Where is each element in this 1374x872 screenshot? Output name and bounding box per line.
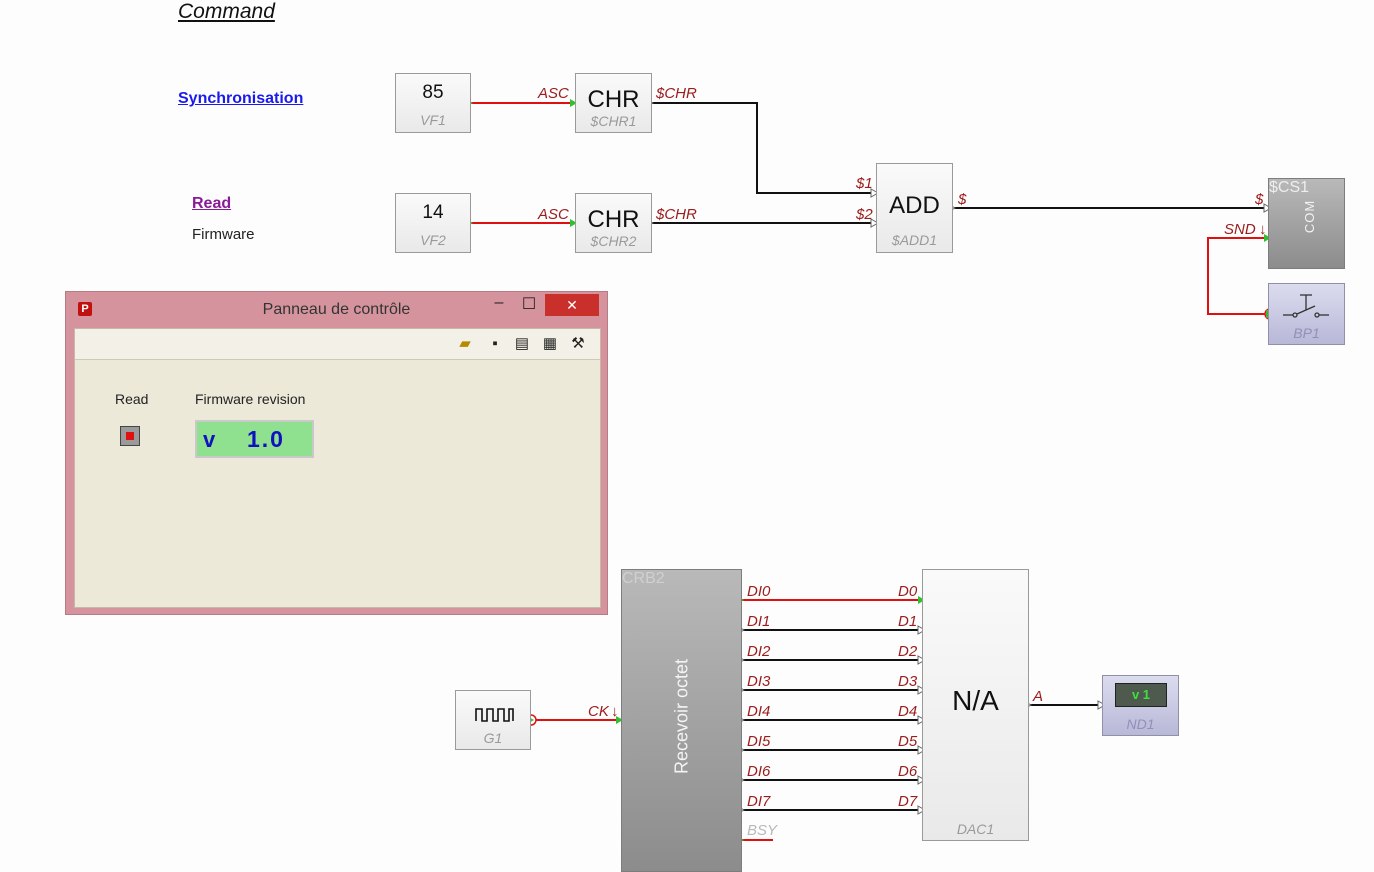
dac1-in-1: D1	[898, 613, 918, 630]
synchronisation-link[interactable]: Synchronisation	[178, 90, 303, 108]
close-button[interactable]: ✕	[545, 294, 599, 316]
vf1-block[interactable]: 85 VF1	[395, 73, 471, 133]
cs1-label: COM	[1302, 199, 1318, 234]
chr1-block[interactable]: CHR $CHR1	[575, 73, 652, 133]
crb2-out-0: DI0	[747, 583, 771, 600]
crb2-out-4: DI4	[747, 703, 771, 720]
nd1-screen: v 1	[1115, 683, 1167, 707]
page-heading: Command	[178, 0, 275, 23]
crb2-receive-block[interactable]: Recevoir octet CRB2	[621, 569, 742, 872]
firmware-label: Firmware	[192, 226, 255, 243]
chr1-in-label: ASC	[538, 85, 569, 102]
bp1-ref: BP1	[1293, 325, 1320, 341]
paste-icon[interactable]: ▦	[541, 335, 559, 352]
tools-icon[interactable]: ⚒	[569, 335, 587, 352]
dac1-in-2: D2	[898, 643, 918, 660]
save-icon[interactable]: ▪	[486, 335, 504, 352]
nd1-display-block[interactable]: v 1 ND1	[1102, 675, 1179, 736]
read-pushbutton[interactable]	[120, 426, 140, 446]
vf2-ref: VF2	[420, 232, 446, 248]
cs1-ref: $CS1	[1269, 179, 1310, 196]
crb2-ref: CRB2	[622, 570, 665, 587]
chr1-ref: $CHR1	[590, 113, 637, 129]
wire-snd-bp1	[1207, 237, 1269, 315]
dac1-label: N/A	[952, 685, 999, 716]
maximize-button[interactable]: ☐	[516, 294, 542, 316]
cs1-snd-arrow-icon: ↓	[1259, 221, 1267, 238]
dac1-in-3: D3	[898, 673, 918, 690]
read-indicator-icon	[126, 432, 134, 440]
crb2-label: Recevoir octet	[671, 658, 692, 775]
minimize-button[interactable]: –	[486, 294, 512, 316]
firmware-display: v 1.0	[195, 420, 314, 458]
firmware-value: 1.0	[247, 426, 285, 452]
nd1-ref: ND1	[1126, 716, 1155, 732]
read-control-label: Read	[115, 391, 149, 407]
add1-out-label: $	[958, 191, 967, 208]
panel-toolbar: ▰ ▪ ▤ ▦ ⚒	[75, 329, 600, 360]
dac1-block[interactable]: N/A DAC1	[922, 569, 1029, 841]
chr2-out-label: $CHR	[656, 206, 697, 223]
chr2-block[interactable]: CHR $CHR2	[575, 193, 652, 253]
vf1-ref: VF1	[420, 112, 446, 128]
crb2-out-2: DI2	[747, 643, 771, 660]
chr1-out-label: $CHR	[656, 85, 697, 102]
firmware-revision-label: Firmware revision	[195, 391, 306, 407]
crb2-out-1: DI1	[747, 613, 771, 630]
chr1-label: CHR	[587, 86, 640, 113]
chr2-in-label: ASC	[538, 206, 569, 223]
add1-ref: $ADD1	[891, 232, 938, 248]
cs1-in-label: $	[1255, 191, 1264, 208]
dac1-in-0: D0	[898, 583, 918, 600]
crb2-out-6: DI6	[747, 763, 771, 780]
vf1-value: 85	[422, 82, 444, 103]
firmware-prefix: v	[203, 427, 216, 452]
crb2-ck-label: CK	[588, 703, 609, 720]
crb2-bsy-label: BSY	[747, 822, 778, 839]
print-icon[interactable]: ▤	[513, 335, 531, 352]
dac1-ref: DAC1	[956, 821, 995, 837]
cs1-snd-label: SND	[1224, 221, 1256, 238]
g1-ref: G1	[483, 730, 503, 746]
square-wave-icon	[475, 708, 514, 722]
open-folder-icon[interactable]: ▰	[456, 335, 474, 352]
vf2-value: 14	[422, 202, 444, 223]
crb2-out-5: DI5	[747, 733, 771, 750]
read-link[interactable]: Read	[192, 195, 231, 213]
crb2-out-3: DI3	[747, 673, 771, 690]
cs1-com-block[interactable]: COM $CS1	[1268, 178, 1345, 269]
panel-content: ▰ ▪ ▤ ▦ ⚒ Read Firmware revision v 1.0	[74, 328, 601, 608]
pushbutton-switch-icon	[1283, 294, 1329, 318]
control-panel-window[interactable]: P Panneau de contrôle – ☐ ✕ ▰ ▪ ▤ ▦ ⚒ Re…	[65, 291, 608, 615]
wire-chr1-add1	[651, 102, 876, 194]
add1-in2-label: $2	[856, 206, 873, 223]
bp1-pushbutton-block[interactable]: BP1	[1268, 283, 1345, 345]
dac1-in-5: D5	[898, 733, 918, 750]
dac1-out-label: A	[1033, 688, 1044, 705]
add1-in1-label: $1	[856, 175, 873, 192]
crb2-ck-arrow-icon: ↓	[611, 703, 619, 720]
add1-block[interactable]: ADD $ADD1	[876, 163, 953, 253]
g1-clock-block[interactable]: G1	[455, 690, 531, 750]
dac1-in-4: D4	[898, 703, 918, 720]
add1-label: ADD	[889, 192, 940, 219]
nd1-display-value: v 1	[1131, 687, 1151, 702]
chr2-ref: $CHR2	[590, 233, 637, 249]
vf2-block[interactable]: 14 VF2	[395, 193, 471, 253]
dac1-in-6: D6	[898, 763, 918, 780]
crb2-out-7: DI7	[747, 793, 771, 810]
dac1-in-7: D7	[898, 793, 918, 810]
chr2-label: CHR	[587, 206, 640, 233]
